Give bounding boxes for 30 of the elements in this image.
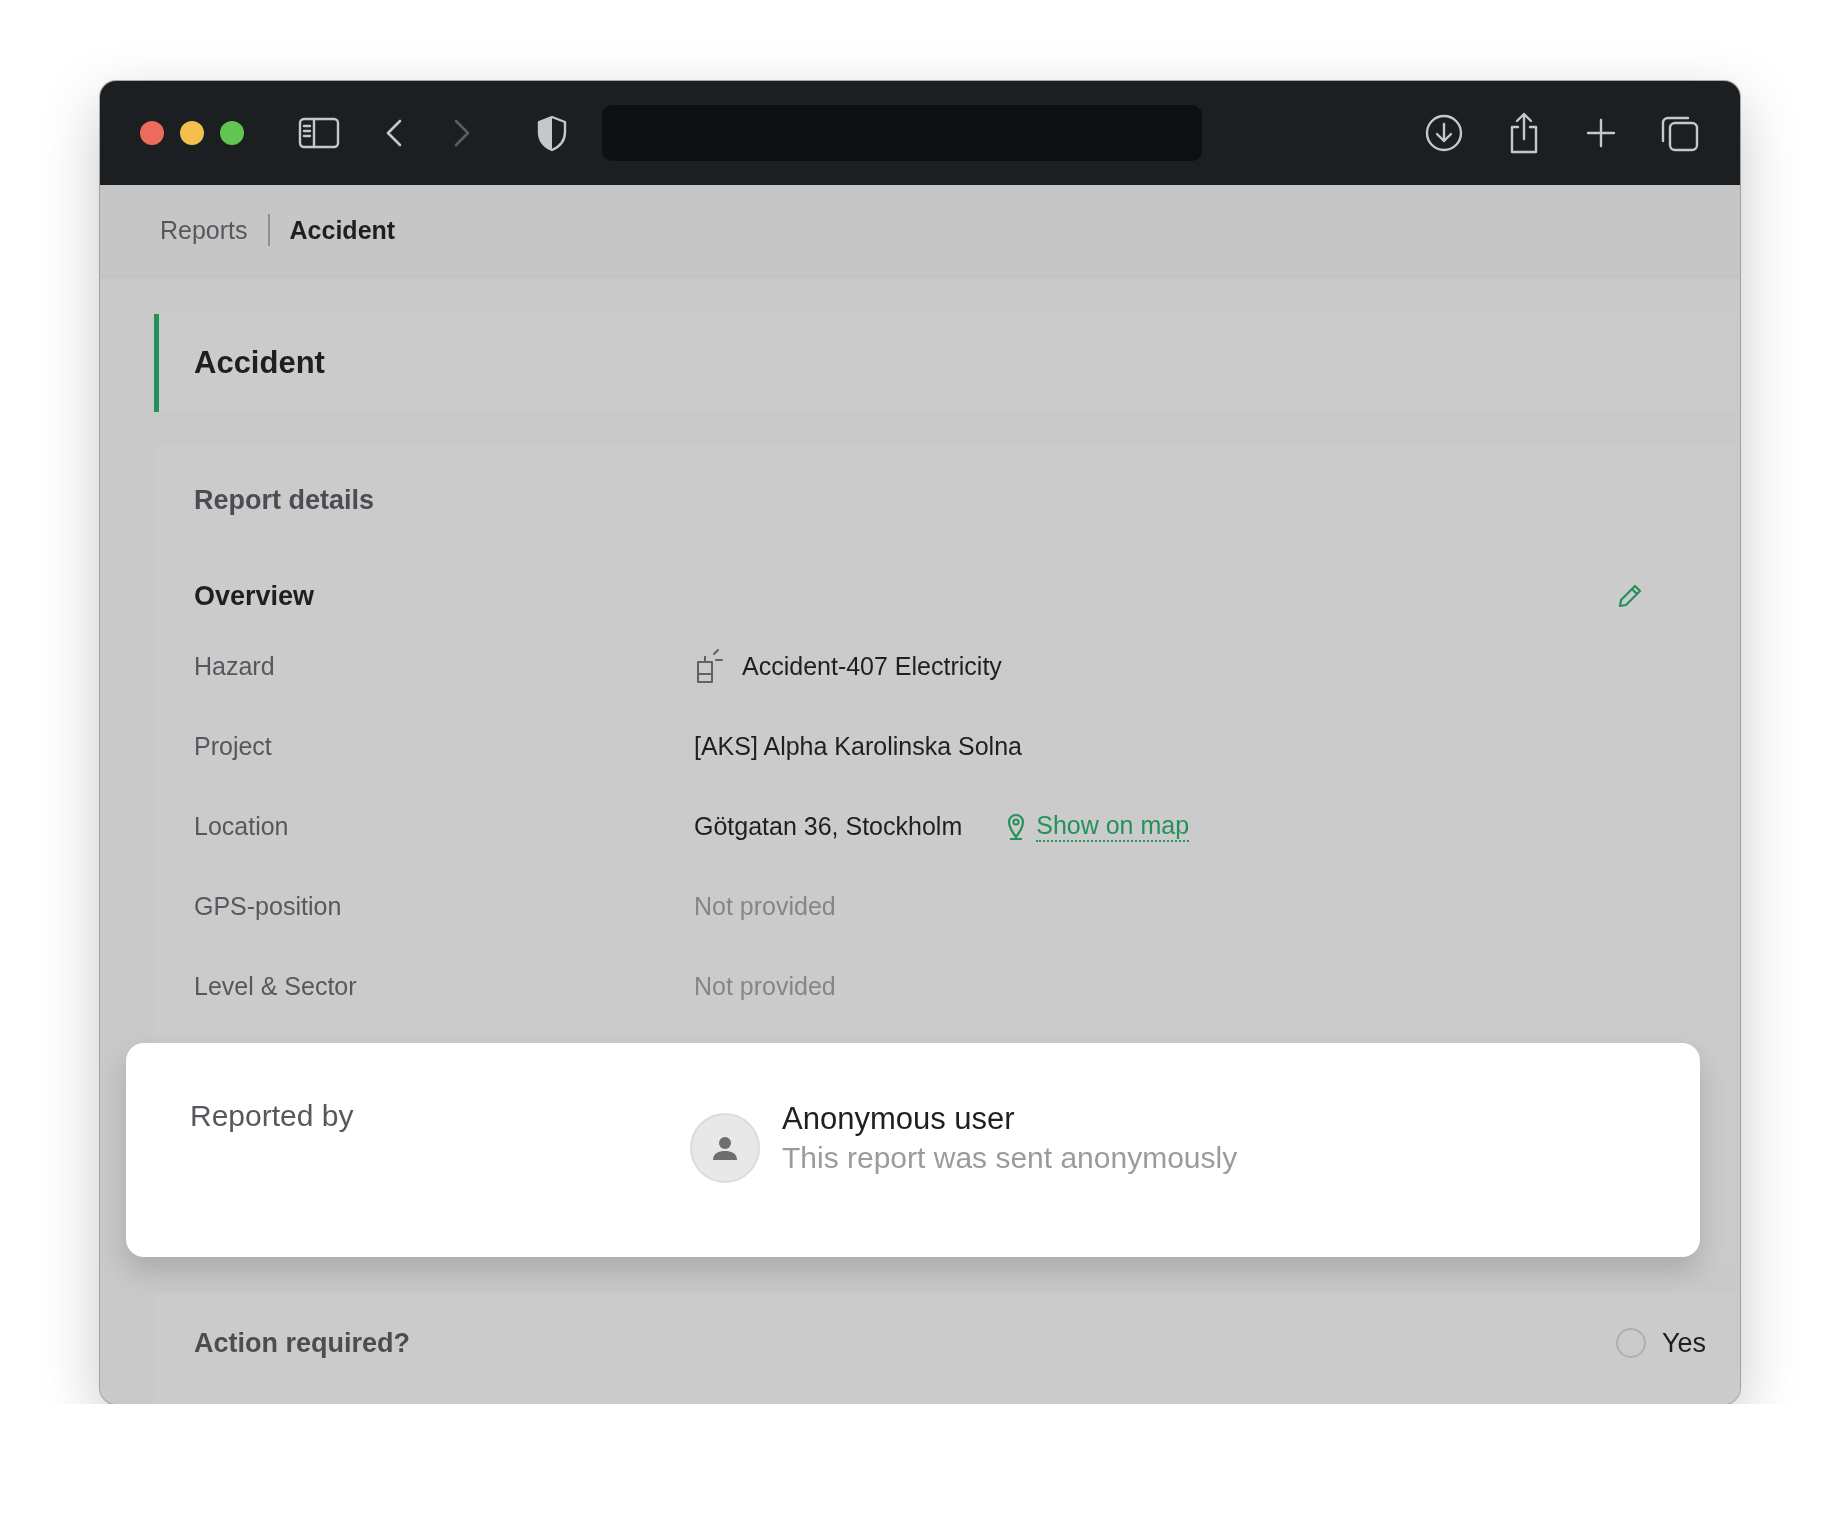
field-label: Project [194, 731, 273, 761]
hazard-value: Accident-407 Electricity [742, 651, 1002, 681]
shield-icon[interactable] [536, 114, 568, 152]
section-heading: Report details [194, 483, 376, 517]
window-control[interactable] [220, 121, 244, 145]
field-value: Not provided [694, 891, 836, 921]
field-label: Hazard [194, 651, 276, 681]
window-control[interactable] [140, 121, 164, 145]
field-value: Not provided [694, 971, 836, 1001]
page-title: Accident [154, 314, 1740, 412]
field-label: GPS-position [194, 891, 343, 921]
plus-icon[interactable] [1584, 116, 1618, 150]
reporter-name: Anonymous user [782, 1101, 1016, 1137]
subsection-heading: Overview [194, 579, 315, 613]
person-icon [711, 1134, 739, 1162]
breadcrumb-link[interactable]: Accident [289, 215, 396, 245]
field-label: Reported by [190, 1099, 355, 1133]
breadcrumb-link[interactable]: Reports [160, 215, 248, 245]
field-label: Level & Sector [194, 971, 358, 1001]
barrier-light-icon [694, 648, 724, 684]
question-label: Action required? [194, 1327, 410, 1359]
sidebar-icon[interactable] [298, 116, 340, 150]
reporter-note: This report was sent anonymously [782, 1141, 1238, 1175]
field-label: Location [194, 811, 290, 841]
yes-radio[interactable]: Yes [1615, 1327, 1706, 1359]
download-icon[interactable] [1424, 113, 1464, 153]
radio-button[interactable] [1615, 1328, 1646, 1358]
location-value: Götgatan 36, Stockholm [694, 811, 963, 841]
window-control[interactable] [180, 121, 204, 145]
field-value: [AKS] Alpha Karolinska Solna [694, 731, 1022, 761]
